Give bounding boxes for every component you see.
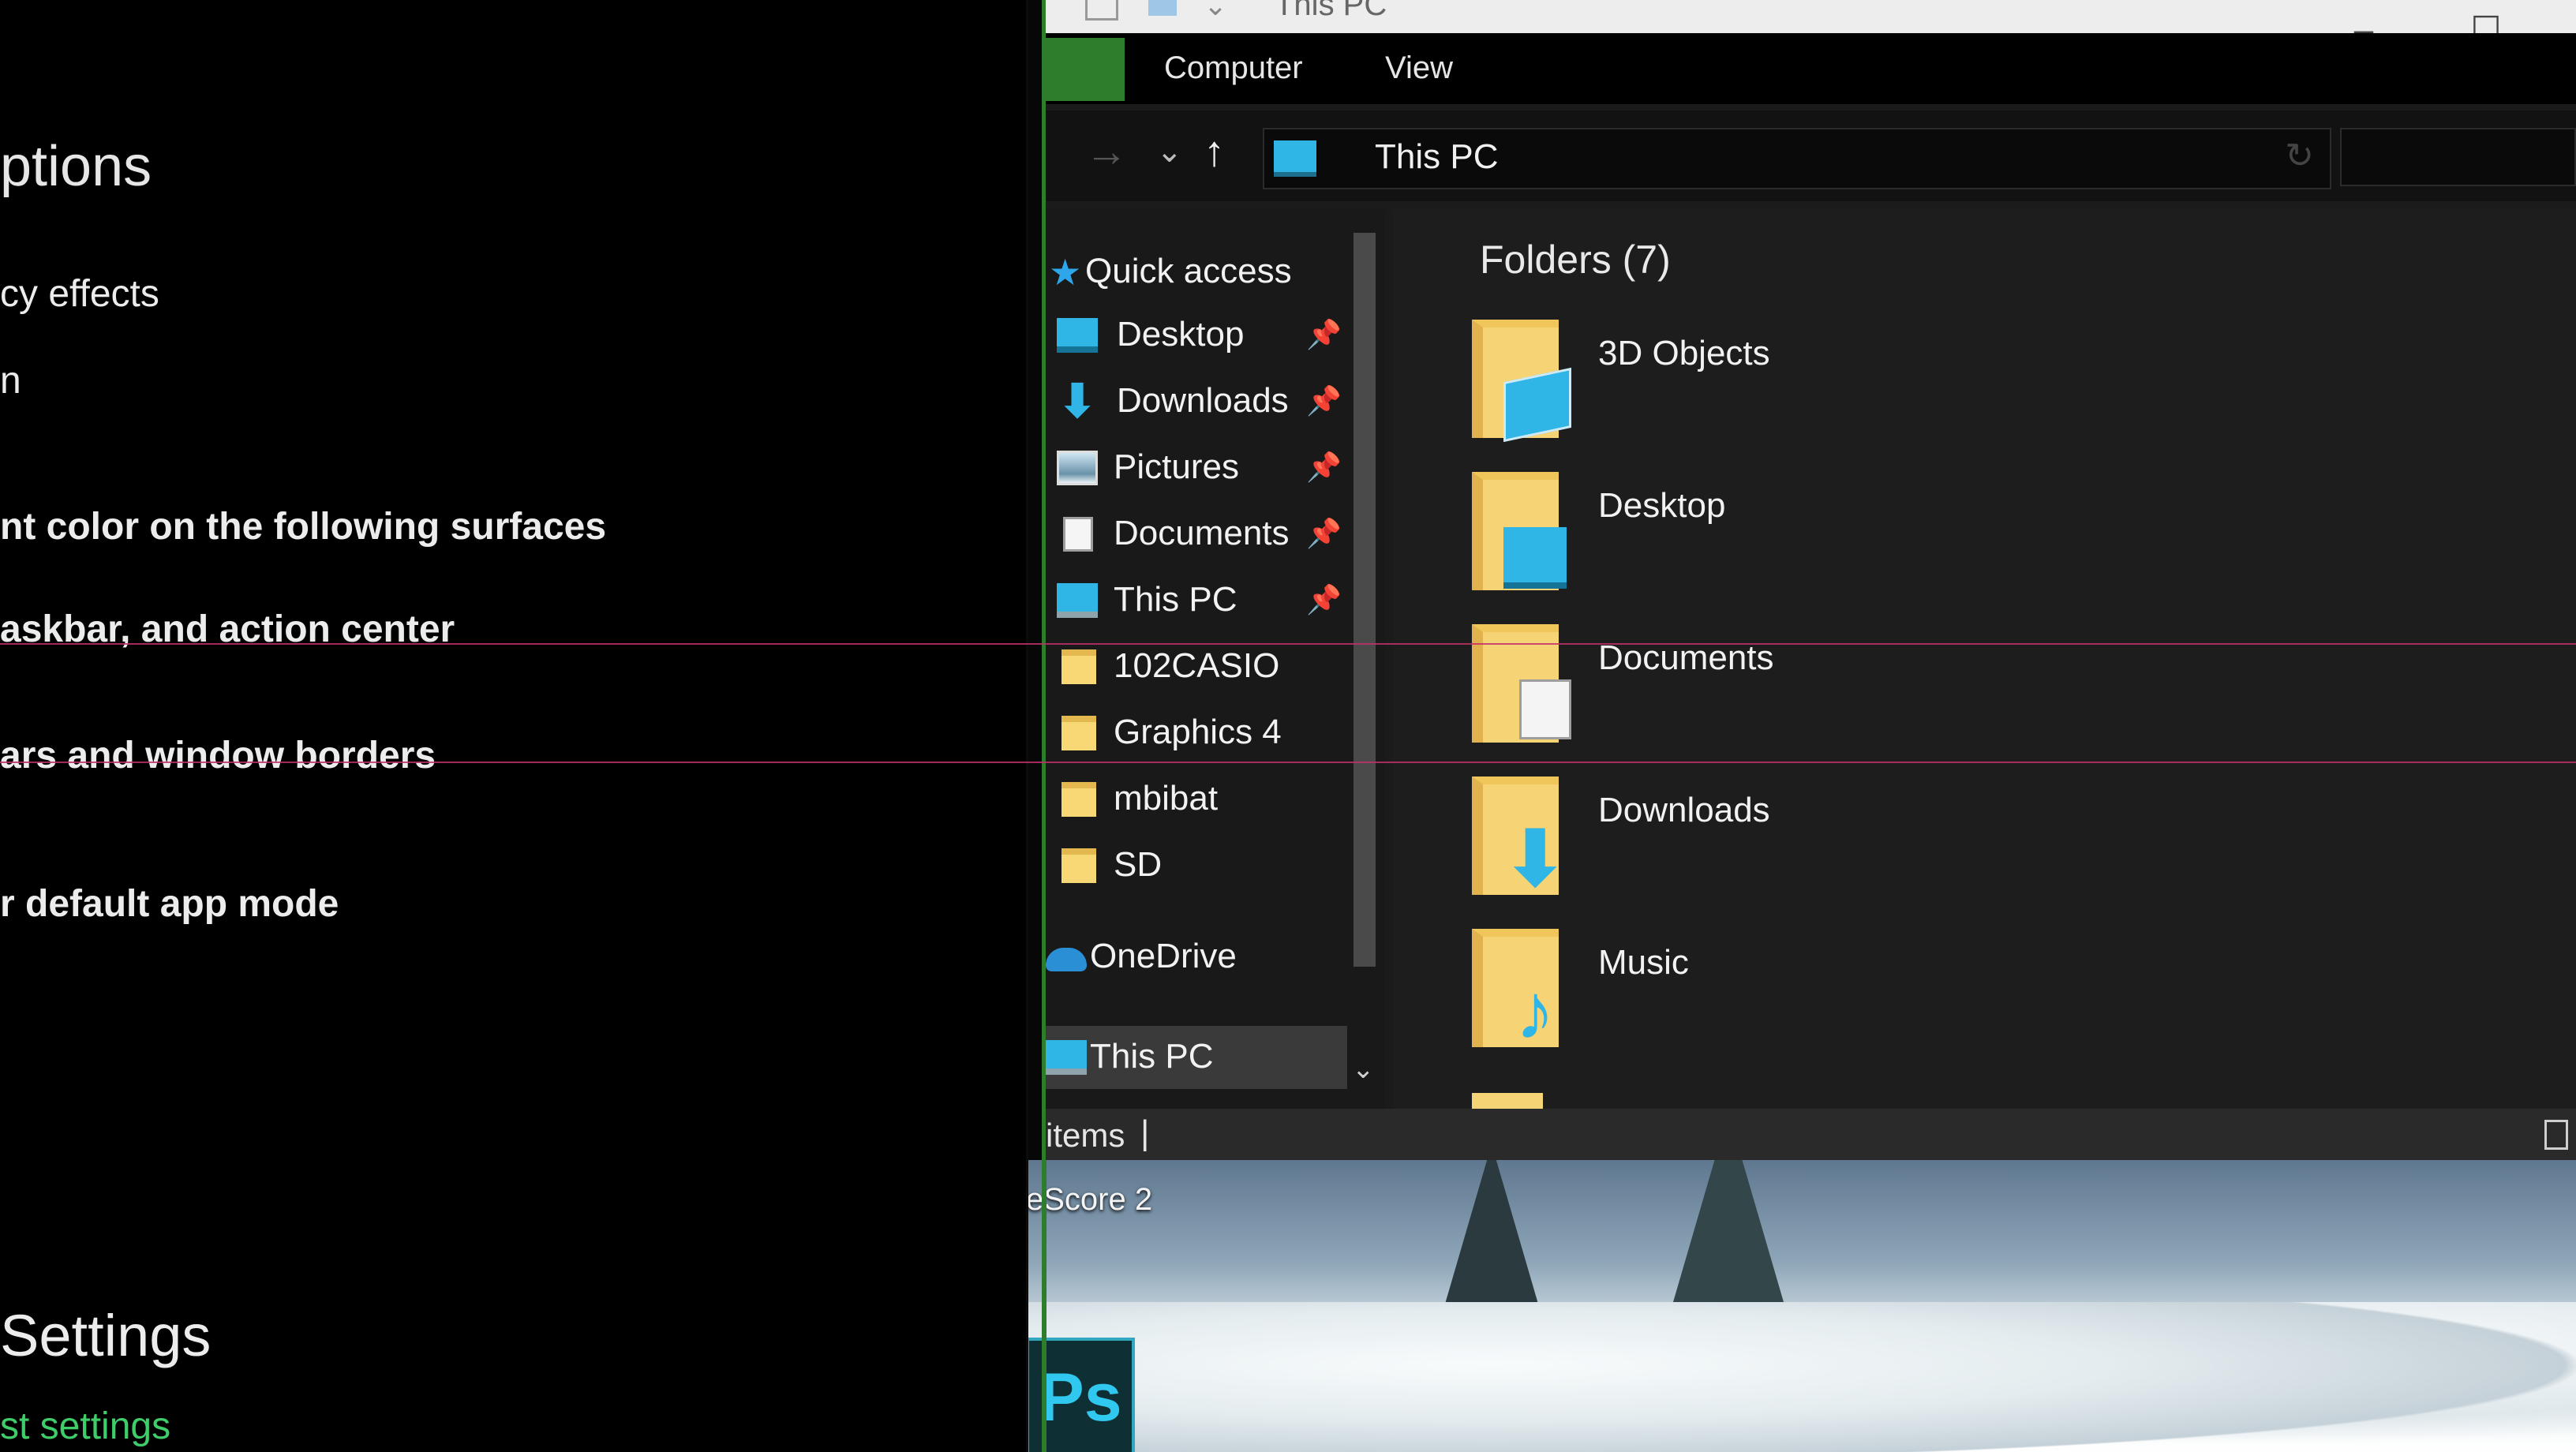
folder-item-music[interactable]: ♪ Music [1472,929,2024,1063]
folder-item-3d-objects[interactable]: 3D Objects [1472,320,2024,454]
refresh-icon[interactable]: ↻ [2285,136,2314,176]
sidebar-item-label: Graphics 4 [1114,713,1282,751]
computer-icon [1057,583,1098,618]
sidebar-item-graphics-4[interactable]: Graphics 4 [1046,702,1346,765]
pin-icon[interactable]: 📌 [1306,384,1342,417]
star-icon: ★ [1049,252,1082,293]
download-arrow-icon: ⬇ [1503,817,1567,901]
folder-item-downloads[interactable]: ⬇ Downloads [1472,777,2024,911]
content-pane: Folders (7) 3D Objects Desktop Documents… [1393,209,2576,1109]
folder-label: Downloads [1598,791,1770,829]
computer-icon [1046,1040,1087,1075]
folder-icon [1061,782,1096,817]
address-text: This PC [1375,137,1499,176]
cloud-icon [1046,948,1087,971]
download-arrow-icon: ⬇ [1058,376,1097,427]
pin-icon[interactable]: 📌 [1306,583,1342,616]
document-icon [1063,517,1093,552]
desktop-icon [1503,527,1567,589]
sidebar-item-mbibat[interactable]: mbibat [1046,768,1346,831]
music-note-icon: ♪ [1515,967,1555,1056]
section-title: Settings [0,1303,212,1368]
sidebar-item-this-pc-pinned[interactable]: This PC 📌 [1046,569,1346,632]
sidebar-item-label: OneDrive [1090,937,1237,975]
page-title: ptions [0,135,152,198]
sidebar-item-desktop[interactable]: Desktop 📌 [1046,304,1346,367]
sidebar-item-downloads[interactable]: ⬇ Downloads 📌 [1046,370,1346,433]
toggle-state-label: n [0,360,21,402]
pin-icon[interactable]: 📌 [1306,451,1342,484]
sidebar-item-label: This PC [1090,1037,1214,1076]
folder-icon [1061,848,1096,883]
sidebar-item-label: Downloads [1117,381,1289,420]
navigation-pane: ★ Quick access Desktop 📌 ⬇ Downloads 📌 P… [1046,209,1385,1109]
forward-arrow-icon[interactable]: → [1085,128,1128,175]
snow-graphic [1026,1302,2576,1452]
scan-line [0,643,2576,645]
pin-icon[interactable]: 📌 [1306,318,1342,351]
chevron-down-icon[interactable]: ⌄ [1204,0,1227,22]
status-bar: items | [1046,1109,2576,1160]
scroll-down-icon[interactable]: ⌄ [1352,1053,1375,1085]
transparency-effects-label: cy effects [0,273,159,315]
folder-item-desktop[interactable]: Desktop [1472,472,2024,606]
settings-window: ptions cy effects n nt color on the foll… [0,0,1028,1452]
settings-link[interactable]: st settings [0,1405,170,1448]
desktop-wallpaper: eScore 2 Ps [1026,1160,2576,1452]
title-bar: ⌄ This PC – ☐ [1046,0,2576,47]
accent-surfaces-heading: nt color on the following surfaces [0,506,607,548]
sidebar-item-documents[interactable]: Documents 📌 [1046,503,1346,566]
folder-icon [1472,1093,1543,1109]
up-arrow-icon[interactable]: ↑ [1204,128,1225,175]
pictures-icon [1057,451,1098,485]
document-icon [1519,679,1571,739]
tab-computer[interactable]: Computer [1164,51,1303,86]
details-view-icon[interactable] [2544,1120,2568,1150]
file-tab[interactable] [1046,38,1125,101]
sidebar-item-pictures[interactable]: Pictures 📌 [1046,436,1346,500]
sidebar-item-label: 102CASIO [1114,646,1280,685]
sidebar-item-label: Pictures [1114,447,1239,486]
file-explorer-window: ⌄ This PC – ☐ Computer View → ⌄ ↑ This P… [1046,0,2576,1160]
sidebar-item-label: This PC [1114,580,1237,619]
scrollbar-thumb[interactable] [1354,233,1376,967]
sidebar-item-label: Desktop [1117,315,1245,354]
folder-label: Desktop [1598,486,1726,525]
properties-icon[interactable] [1085,0,1118,21]
folder-label: Music [1598,943,1689,982]
window-title: This PC [1275,0,1387,22]
tree-graphic [1673,1160,1784,1302]
folder-label: 3D Objects [1598,334,1770,372]
tab-view[interactable]: View [1385,51,1453,86]
address-bar[interactable]: This PC ↻ [1263,128,2331,189]
desktop-icon [1057,318,1098,353]
item-count: items [1046,1117,1125,1154]
sidebar-item-this-pc[interactable]: This PC [1046,1026,1347,1089]
computer-icon [1274,140,1316,177]
recent-locations-chevron-icon[interactable]: ⌄ [1156,128,1183,175]
status-separator: | [1140,1113,1150,1152]
sidebar-item-102casio[interactable]: 102CASIO [1046,635,1346,698]
folder-icon [1061,716,1096,750]
sidebar-item-quick-access[interactable]: ★ Quick access [1046,241,1338,304]
sidebar-item-label: mbibat [1114,779,1219,818]
app-mode-heading: r default app mode [0,883,339,925]
sidebar-item-onedrive[interactable]: OneDrive [1046,926,1335,989]
folder-icon [1061,649,1096,684]
group-header[interactable]: Folders (7) [1480,237,1671,283]
search-input[interactable] [2340,128,2576,186]
sidebar-item-sd[interactable]: SD [1046,834,1346,897]
new-folder-icon[interactable] [1148,0,1177,16]
sidebar-item-label: SD [1114,845,1163,884]
sidebar-item-label: Documents [1114,514,1290,552]
pin-icon[interactable]: 📌 [1306,517,1342,550]
scan-line [0,762,2576,763]
title-bars-checkbox-label[interactable]: ars and window borders [0,734,436,777]
ribbon: Computer View [1046,33,2576,104]
sidebar-item-label: Quick access [1085,252,1292,290]
address-row: → ⌄ ↑ This PC ↻ [1046,110,2576,201]
